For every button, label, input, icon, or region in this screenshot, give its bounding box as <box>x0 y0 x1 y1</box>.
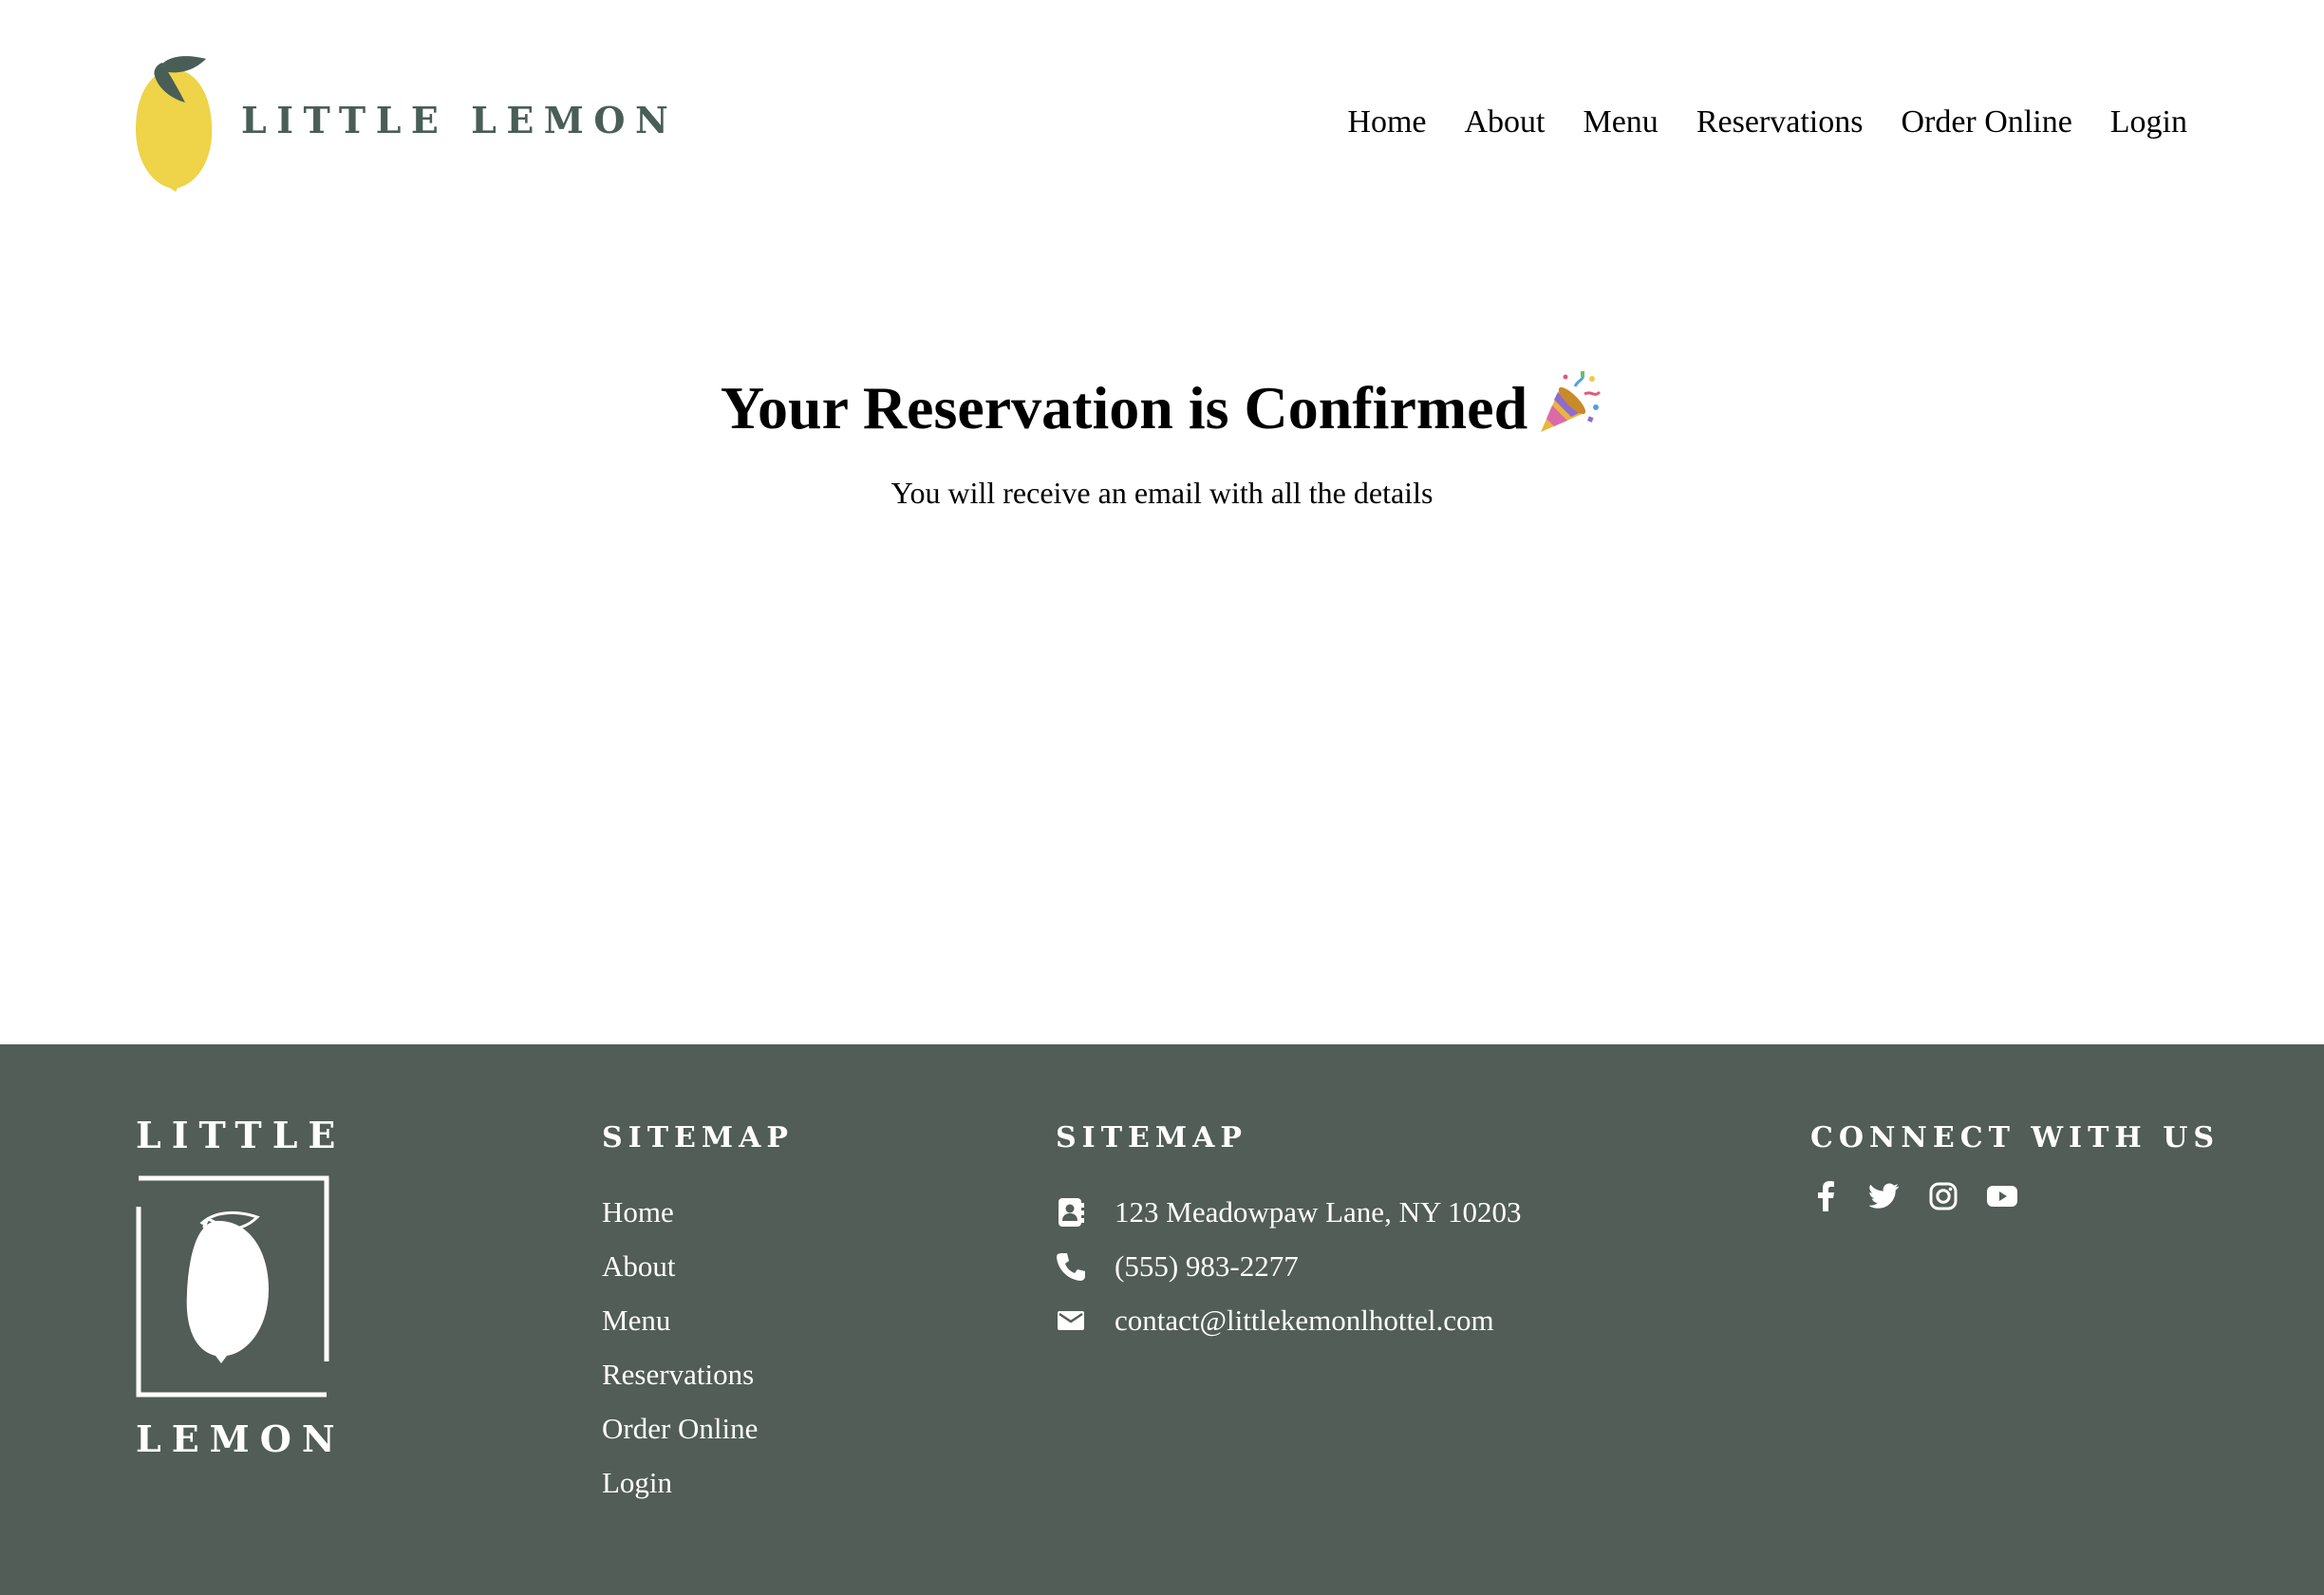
footer-link-login[interactable]: Login <box>602 1466 672 1499</box>
confirmation-title: Your Reservation is Confirmed <box>720 374 1528 441</box>
facebook-icon[interactable] <box>1810 1181 1841 1211</box>
footer-link-home[interactable]: Home <box>602 1195 674 1229</box>
confirmation-section: Your Reservation is Confirmed You will r… <box>0 247 2324 1044</box>
contact-address: 123 Meadowpaw Lane, NY 10203 <box>1056 1185 1521 1239</box>
contact-address-text: 123 Meadowpaw Lane, NY 10203 <box>1115 1194 1522 1229</box>
list-item: Home <box>602 1185 794 1239</box>
address-card-icon <box>1056 1197 1086 1228</box>
footer-contact: SITEMAP 123 Meadowpaw Lane, NY 10203 (55… <box>1056 1118 1521 1347</box>
footer-logo-word-top: LITTLE <box>136 1114 347 1156</box>
confirmation-subtitle: You will receive an email with all the d… <box>890 476 1434 510</box>
site-header: LITTLE LEMON Home About Menu Reservation… <box>0 0 2324 247</box>
main-nav: Home About Menu Reservations Order Onlin… <box>1347 99 2187 146</box>
footer-contact-title: SITEMAP <box>1056 1121 1247 1154</box>
contact-email-text[interactable]: contact@littlekemonlhottel.com <box>1115 1304 1494 1338</box>
nav-login[interactable]: Login <box>2110 99 2187 146</box>
instagram-icon[interactable] <box>1928 1181 1959 1211</box>
nav-about[interactable]: About <box>1464 99 1545 146</box>
phone-icon <box>1056 1251 1086 1282</box>
nav-home[interactable]: Home <box>1347 99 1426 146</box>
email-icon <box>1056 1305 1086 1336</box>
list-item: Order Online <box>602 1401 794 1455</box>
footer-sitemap-title: SITEMAP <box>602 1121 794 1154</box>
social-links <box>1810 1181 2220 1211</box>
footer-link-order-online[interactable]: Order Online <box>602 1412 758 1445</box>
nav-menu[interactable]: Menu <box>1583 99 1658 146</box>
footer-logo-word-bottom: LEMON <box>136 1417 346 1460</box>
youtube-icon[interactable] <box>1987 1181 2017 1211</box>
brand-logo[interactable]: LITTLE LEMON <box>134 53 668 192</box>
list-item: Login <box>602 1455 794 1510</box>
footer-link-menu[interactable]: Menu <box>602 1304 670 1337</box>
footer-sitemap: SITEMAP Home About Menu Reservations Ord… <box>602 1118 794 1510</box>
footer-lemon-emblem-icon <box>136 1175 329 1398</box>
footer-social: CONNECT WITH US <box>1810 1118 2220 1211</box>
footer-sitemap-links: Home About Menu Reservations Order Onlin… <box>602 1185 794 1510</box>
contact-phone-text[interactable]: (555) 983-2277 <box>1115 1249 1299 1284</box>
party-popper-icon <box>1541 371 1602 432</box>
footer-logo[interactable]: LITTLE LEMON <box>136 1113 347 1559</box>
nav-reservations[interactable]: Reservations <box>1696 99 1864 146</box>
contact-phone: (555) 983-2277 <box>1056 1239 1521 1293</box>
site-footer: LITTLE LEMON SITEMAP Home About Menu Res… <box>0 1044 2324 1595</box>
footer-link-about[interactable]: About <box>602 1249 676 1283</box>
confirmation-heading: Your Reservation is Confirmed <box>0 366 2324 451</box>
list-item: Reservations <box>602 1347 794 1401</box>
nav-order-online[interactable]: Order Online <box>1901 99 2071 146</box>
footer-link-reservations[interactable]: Reservations <box>602 1358 754 1391</box>
footer-contact-list: 123 Meadowpaw Lane, NY 10203 (555) 983-2… <box>1056 1185 1521 1347</box>
lemon-logo-icon <box>136 56 213 192</box>
footer-social-title: CONNECT WITH US <box>1810 1121 2221 1154</box>
brand-name: LITTLE LEMON <box>241 99 679 141</box>
list-item: Menu <box>602 1293 794 1347</box>
list-item: About <box>602 1239 794 1293</box>
twitter-icon[interactable] <box>1869 1181 1900 1211</box>
contact-email: contact@littlekemonlhottel.com <box>1056 1293 1521 1347</box>
